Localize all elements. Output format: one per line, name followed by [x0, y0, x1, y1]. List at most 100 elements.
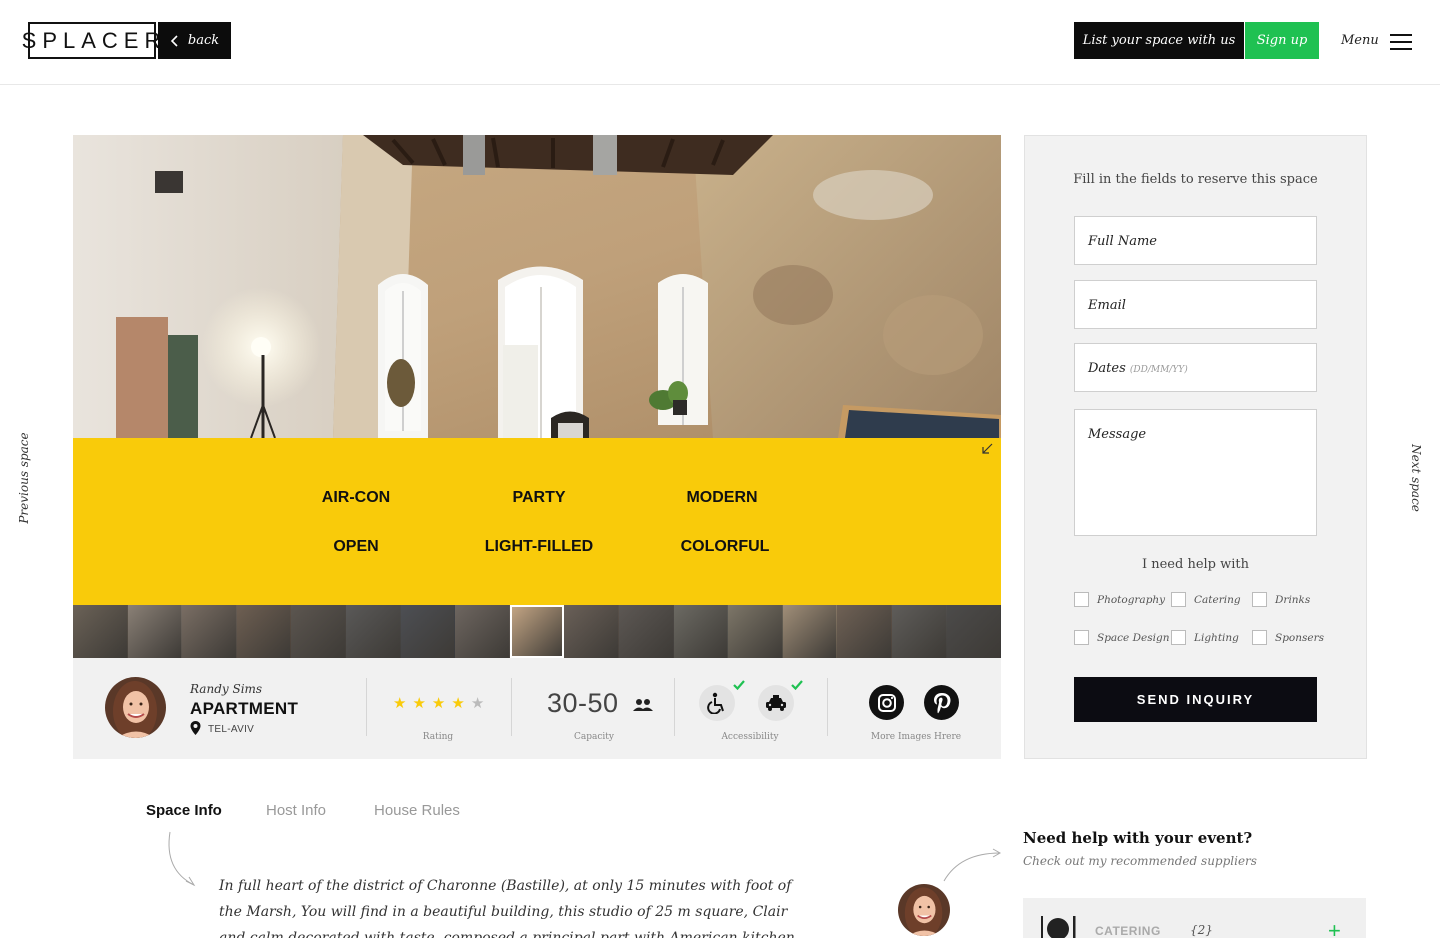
message-field[interactable]: Message — [1074, 409, 1317, 536]
back-label: back — [187, 33, 220, 48]
checkbox-label: Sponsers — [1275, 631, 1325, 644]
checkbox-label: Drinks — [1275, 593, 1311, 606]
space-type: APARTMENT — [190, 699, 299, 718]
checkbox-box[interactable] — [1252, 630, 1267, 645]
checkbox-drinks[interactable]: Drinks — [1252, 592, 1310, 607]
pinterest-icon[interactable] — [924, 685, 959, 720]
checkbox-photography[interactable]: Photography — [1074, 592, 1165, 607]
instagram-icon[interactable] — [869, 685, 904, 720]
checkbox-label: Photography — [1097, 593, 1166, 606]
checkbox-box[interactable] — [1252, 592, 1267, 607]
back-button[interactable]: back — [158, 22, 231, 59]
thumbnail-strip — [73, 605, 1001, 658]
email-field[interactable]: Email — [1074, 280, 1317, 329]
reservation-form: Fill in the fields to reserve this space… — [1024, 135, 1367, 759]
gallery-thumbnail[interactable] — [618, 605, 674, 658]
host-avatar[interactable] — [105, 677, 166, 738]
star-icon: ★ — [412, 695, 426, 712]
tag: COLORFUL — [680, 538, 770, 555]
tag: MODERN — [686, 489, 758, 506]
check-icon — [733, 680, 745, 690]
taxi-icon — [758, 685, 794, 721]
space-info-bar: Randy Sims APARTMENT TEL-AVIV ★ ★ ★ ★ ★ Rati… — [73, 658, 1001, 759]
gallery-thumbnail[interactable] — [455, 605, 510, 658]
gallery-thumbnail[interactable] — [291, 605, 346, 658]
more-images-caption[interactable]: More Images Hrere — [871, 732, 961, 742]
expand-icon[interactable] — [980, 442, 994, 456]
checkbox-lighting[interactable]: Lighting — [1171, 630, 1239, 645]
rating-caption: Rating — [422, 732, 454, 742]
checkbox-sponsers[interactable]: Sponsers — [1252, 630, 1324, 645]
rating-stars: ★ ★ ★ ★ ★ — [393, 696, 484, 711]
tab-space-info[interactable]: Space Info — [146, 802, 222, 819]
dates-placeholder: Dates — [1088, 361, 1126, 376]
next-space-link[interactable]: Next space — [1409, 444, 1423, 512]
help-event-subtitle: Check out my recommended suppliers — [1023, 854, 1257, 868]
checkbox-catering[interactable]: Catering — [1171, 592, 1241, 607]
checkbox-label: Lighting — [1194, 631, 1239, 644]
top-bar: SPLACER back List your space with us Sig… — [0, 0, 1440, 85]
tag: PARTY — [512, 489, 566, 506]
gallery-thumbnail[interactable] — [782, 605, 838, 658]
tags-panel: AIR-CON PARTY MODERN OPEN LIGHT-FILLED C… — [73, 438, 1001, 605]
full-name-placeholder: Full Name — [1088, 234, 1157, 249]
divider — [827, 678, 828, 736]
gallery-thumbnail[interactable] — [127, 605, 183, 658]
category-count: {2} — [1190, 923, 1213, 937]
gallery-thumbnail[interactable] — [509, 605, 565, 658]
gallery-thumbnail[interactable] — [73, 605, 128, 658]
supplier-category-catering[interactable]: CATERING {2} + — [1023, 898, 1366, 938]
signup-button[interactable]: Sign up — [1245, 22, 1319, 59]
people-icon — [633, 699, 653, 711]
hero-photo[interactable] — [73, 135, 1001, 438]
checkbox-box[interactable] — [1171, 592, 1186, 607]
tab-house-rules[interactable]: House Rules — [374, 802, 460, 819]
accessibility-caption: Accessibility — [721, 732, 779, 742]
check-icon — [791, 680, 803, 690]
checkbox-box[interactable] — [1171, 630, 1186, 645]
list-space-button[interactable]: List your space with us — [1074, 22, 1244, 59]
checkbox-label: Catering — [1194, 593, 1241, 606]
dates-hint: (DD/MM/YY) — [1129, 365, 1188, 375]
help-title: I need help with — [1141, 557, 1250, 572]
tag: LIGHT-FILLED — [484, 538, 594, 555]
gallery-thumbnail[interactable] — [673, 605, 729, 658]
checkbox-space-design[interactable]: Space Design — [1074, 630, 1169, 645]
gallery-thumbnail[interactable] — [182, 605, 237, 658]
divider — [511, 678, 512, 736]
gallery-thumbnail[interactable] — [837, 605, 892, 658]
dates-field[interactable]: Dates (DD/MM/YY) — [1074, 343, 1317, 392]
space-description: In full heart of the district of Charonn… — [219, 878, 795, 938]
curved-arrow-icon — [943, 848, 1002, 882]
hamburger-menu-icon[interactable] — [1390, 34, 1412, 50]
location-pin-icon — [190, 721, 201, 735]
gallery-thumbnail[interactable] — [345, 605, 401, 658]
message-placeholder: Message — [1088, 427, 1147, 442]
gallery-thumbnail[interactable] — [564, 605, 619, 658]
gallery-thumbnail[interactable] — [400, 605, 456, 658]
category-label: CATERING — [1095, 924, 1161, 938]
full-name-field[interactable]: Full Name — [1074, 216, 1317, 265]
tag: AIR-CON — [321, 489, 391, 506]
chevron-left-icon — [170, 34, 178, 47]
menu-label[interactable]: Menu — [1341, 33, 1379, 48]
gallery-thumbnail[interactable] — [236, 605, 292, 658]
help-event-title: Need help with your event? — [1023, 829, 1253, 847]
capacity-value: 30-50 — [547, 688, 619, 718]
expand-plus-icon[interactable]: + — [1328, 920, 1341, 938]
tab-host-info[interactable]: Host Info — [266, 802, 326, 819]
previous-space-link[interactable]: Previous space — [17, 432, 31, 523]
cutlery-icon — [1041, 916, 1076, 938]
gallery-thumbnail[interactable] — [728, 605, 783, 658]
star-icon: ★ — [451, 695, 465, 712]
wheelchair-icon — [699, 685, 735, 721]
checkbox-box[interactable] — [1074, 592, 1089, 607]
send-inquiry-button[interactable]: SEND INQUIRY — [1074, 677, 1317, 722]
star-icon: ★ — [470, 695, 485, 712]
host-name[interactable]: Randy Sims — [190, 682, 262, 696]
logo[interactable]: SPLACER — [22, 22, 160, 59]
supplier-host-avatar[interactable] — [898, 884, 950, 936]
checkbox-box[interactable] — [1074, 630, 1089, 645]
gallery-thumbnail[interactable] — [946, 605, 1001, 658]
gallery-thumbnail[interactable] — [891, 605, 947, 658]
